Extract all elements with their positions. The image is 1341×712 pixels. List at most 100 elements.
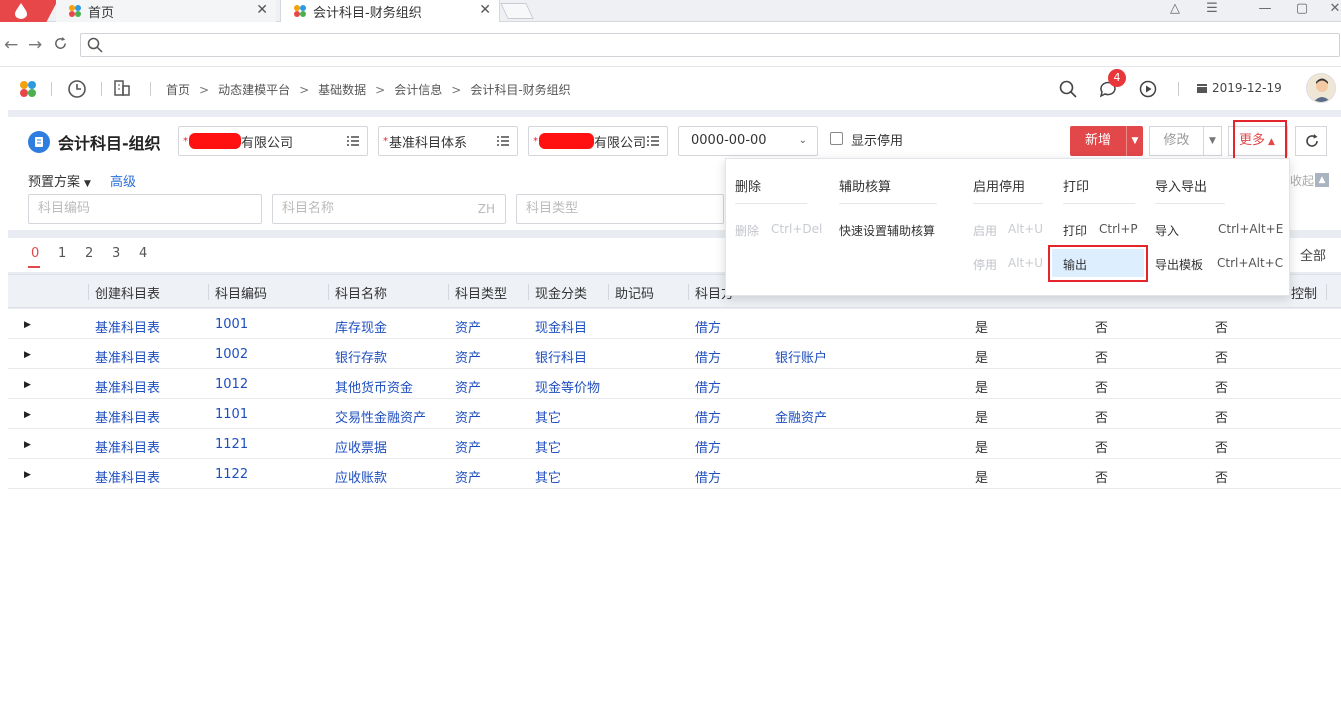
menu-item-export-template[interactable]: 导出模板 [1155, 256, 1203, 273]
cell-account-code[interactable]: 1122 [215, 467, 248, 482]
refresh-button[interactable] [1295, 126, 1327, 156]
current-date[interactable]: 2019-12-19 [1196, 81, 1282, 95]
expand-row-icon[interactable]: ▶ [24, 470, 31, 480]
table-row[interactable] [8, 429, 1341, 459]
cell-account-table[interactable]: 基准科目表 [95, 437, 160, 456]
column-header[interactable]: 创建科目表 [95, 283, 160, 302]
column-header[interactable]: 科目编码 [215, 283, 267, 302]
column-header[interactable]: 现金分类 [535, 283, 587, 302]
account-type-input[interactable]: 科目类型 [516, 194, 724, 224]
add-button[interactable]: 新增 [1070, 126, 1126, 156]
advanced-link[interactable]: 高级 [110, 171, 136, 190]
cell-account-name[interactable]: 其他货币资金 [335, 377, 413, 396]
add-dropdown-button[interactable]: ▼ [1126, 126, 1143, 156]
level-tab-1[interactable]: 1 [58, 246, 66, 261]
org-select[interactable]: * 有限公司 [178, 126, 368, 156]
menu-item-delete[interactable]: 删除 [735, 222, 759, 239]
level-tab-0[interactable]: 0 [31, 246, 39, 261]
reload-icon[interactable] [53, 36, 68, 56]
expand-row-icon[interactable]: ▶ [24, 320, 31, 330]
breadcrumb-item[interactable]: 首页 [166, 81, 190, 98]
list-icon[interactable] [647, 136, 659, 151]
breadcrumb-item[interactable]: 会计科目-财务组织 [470, 81, 570, 98]
play-circle-icon[interactable] [1139, 80, 1157, 101]
show-disabled-checkbox[interactable] [830, 132, 843, 145]
account-name-input[interactable]: 科目名称 ZH [272, 194, 506, 224]
level-tab-3[interactable]: 3 [112, 246, 120, 261]
menu-item-disable[interactable]: 停用 [973, 256, 997, 273]
level-tab-all[interactable]: 全部 [1300, 245, 1326, 264]
close-tab-icon[interactable]: ✕ [479, 2, 491, 18]
cell-flag: 是 [975, 471, 989, 486]
cell-account-name[interactable]: 交易性金融资产 [335, 407, 426, 426]
preset-scheme-dropdown[interactable]: 预置方案 ▼ [28, 171, 91, 190]
expand-row-icon[interactable]: ▶ [24, 350, 31, 360]
cell-account-table[interactable]: 基准科目表 [95, 377, 160, 396]
browser-tab-accounts[interactable]: 会计科目-财务组织 ✕ [280, 0, 500, 22]
menu-item-print[interactable]: 打印 [1063, 222, 1087, 239]
minimize-icon[interactable]: — [1250, 0, 1280, 22]
table-row[interactable] [8, 399, 1341, 429]
forward-icon[interactable]: → [28, 35, 42, 55]
cell-account-code[interactable]: 1012 [215, 377, 248, 392]
cell-account-table[interactable]: 基准科目表 [95, 317, 160, 336]
breadcrumb-item[interactable]: 会计信息 [394, 81, 442, 98]
expand-row-icon[interactable]: ▶ [24, 440, 31, 450]
close-window-icon[interactable]: ✕ [1320, 0, 1341, 22]
column-header[interactable]: 控制 [1291, 283, 1317, 302]
list-icon[interactable] [497, 136, 509, 151]
cell-account-name[interactable]: 库存现金 [335, 317, 387, 336]
menu-item-enable[interactable]: 启用 [973, 222, 997, 239]
chevron-up-icon[interactable]: ▲ [1315, 173, 1329, 187]
search-icon[interactable] [1059, 80, 1077, 101]
edit-dropdown-button[interactable]: ▼ [1204, 126, 1222, 156]
menu-icon[interactable]: ☰ [1197, 0, 1227, 22]
close-tab-icon[interactable]: ✕ [256, 2, 268, 18]
user-menu-icon[interactable]: △ [1160, 0, 1190, 22]
table-row[interactable] [8, 309, 1341, 339]
language-tag[interactable]: ZH [478, 195, 495, 223]
cell-account-name[interactable]: 应收账款 [335, 467, 387, 486]
cell-account-name[interactable]: 银行存款 [335, 347, 387, 366]
table-row[interactable] [8, 339, 1341, 369]
column-header[interactable]: 科目名称 [335, 283, 387, 302]
maximize-icon[interactable]: ▢ [1287, 0, 1317, 22]
cell-account-table[interactable]: 基准科目表 [95, 347, 160, 366]
cell-account-code[interactable]: 1121 [215, 437, 248, 452]
cell-account-table[interactable]: 基准科目表 [95, 467, 160, 486]
table-row[interactable] [8, 489, 1341, 502]
new-tab-button[interactable] [500, 3, 534, 19]
breadcrumb-item[interactable]: 基础数据 [318, 81, 366, 98]
cell-account-name[interactable]: 应收票据 [335, 437, 387, 456]
account-code-input[interactable]: 科目编码 [28, 194, 262, 224]
cell-account-code[interactable]: 1002 [215, 347, 248, 362]
column-header[interactable]: 科目类型 [455, 283, 507, 302]
level-tab-2[interactable]: 2 [85, 246, 93, 261]
clock-icon[interactable] [67, 79, 87, 102]
level-tab-4[interactable]: 4 [139, 246, 147, 261]
account-system-select[interactable]: * 基准科目体系 [378, 126, 518, 156]
browser-tab-home[interactable]: 首页 ✕ [56, 0, 276, 22]
edit-button[interactable]: 修改 [1149, 126, 1204, 156]
cell-account-code[interactable]: 1101 [215, 407, 248, 422]
menu-item-import[interactable]: 导入 [1155, 222, 1179, 239]
breadcrumb-item[interactable]: 动态建模平台 [218, 81, 290, 98]
app-grid-icon[interactable] [18, 79, 38, 102]
column-header[interactable]: 助记码 [615, 283, 654, 302]
building-icon[interactable] [113, 79, 131, 100]
table-row[interactable] [8, 369, 1341, 399]
table-row[interactable] [8, 459, 1341, 489]
browser-logo-tab[interactable] [0, 0, 58, 22]
collapse-link[interactable]: 收起 [1290, 172, 1314, 189]
date-select[interactable]: 0000-00-00 ⌄ [678, 126, 818, 156]
list-icon[interactable] [347, 136, 359, 151]
cell-account-code[interactable]: 1001 [215, 317, 248, 332]
cell-account-table[interactable]: 基准科目表 [95, 407, 160, 426]
back-icon[interactable]: ← [4, 35, 18, 55]
url-input[interactable] [80, 33, 1340, 57]
expand-row-icon[interactable]: ▶ [24, 380, 31, 390]
menu-item-quick-aux[interactable]: 快速设置辅助核算 [839, 222, 935, 239]
org-select-2[interactable]: * 有限公司 [528, 126, 668, 156]
expand-row-icon[interactable]: ▶ [24, 410, 31, 420]
avatar[interactable] [1306, 73, 1336, 103]
